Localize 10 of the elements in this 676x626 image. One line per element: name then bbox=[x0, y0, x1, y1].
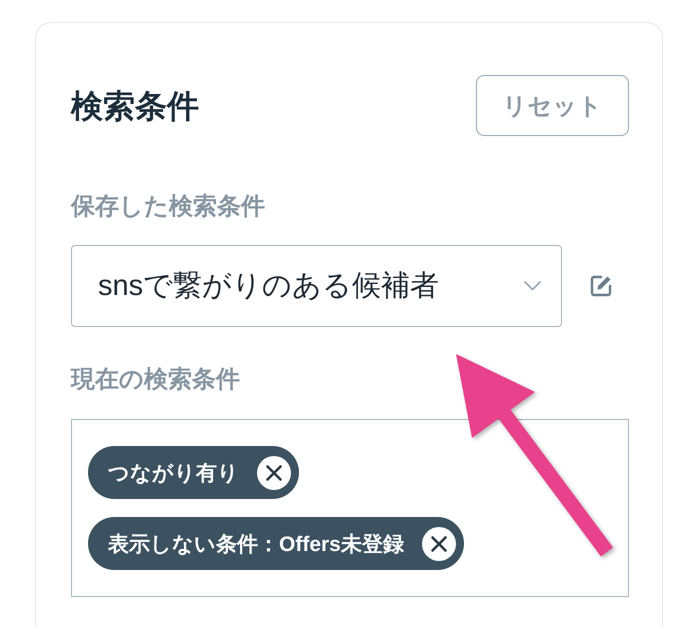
edit-icon[interactable] bbox=[589, 274, 613, 298]
saved-search-select[interactable]: snsで繋がりのある候補者 bbox=[71, 245, 562, 327]
chip-label: つながり有り bbox=[108, 460, 239, 486]
chevron-down-icon bbox=[524, 281, 541, 291]
remove-icon[interactable] bbox=[257, 456, 291, 490]
section-label: 現在の検索条件 bbox=[71, 368, 240, 392]
chip-label: 表示しない条件：Offers未登録 bbox=[108, 532, 404, 558]
remove-icon[interactable] bbox=[422, 526, 456, 560]
panel-title: 検索条件 bbox=[71, 88, 199, 124]
section-label: 保存した検索条件 bbox=[71, 195, 265, 219]
